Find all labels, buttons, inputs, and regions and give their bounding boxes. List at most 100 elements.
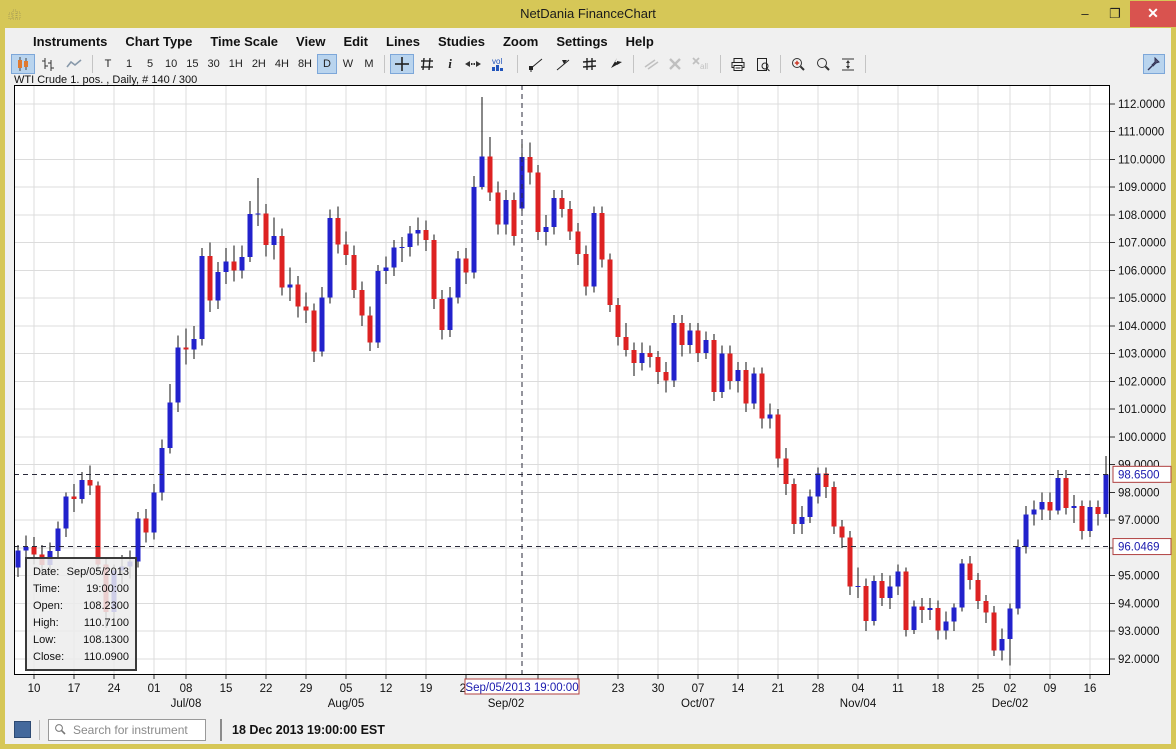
minimize-button[interactable]: –: [1070, 3, 1100, 25]
candle-body-nov-11: [896, 572, 901, 587]
trendline-button[interactable]: [523, 54, 549, 74]
menu-item-studies[interactable]: Studies: [438, 34, 485, 49]
delete-line-button[interactable]: [664, 54, 686, 74]
toolbar-separator: [633, 55, 634, 73]
tooltip-date-label: Date:: [33, 566, 59, 578]
instrument-search-box[interactable]: [48, 719, 206, 741]
candle-body-oct-10: [720, 353, 725, 392]
x-axis-month-label: Oct/07: [681, 698, 715, 710]
candle-body-jul-09: [192, 339, 197, 350]
menu-item-time-scale[interactable]: Time Scale: [210, 34, 278, 49]
volume-button[interactable]: vol: [486, 54, 512, 74]
search-icon: [54, 723, 67, 736]
line-chart-button[interactable]: [61, 54, 87, 74]
pointer-button[interactable]: [604, 54, 628, 74]
candle-body-jul-16: [232, 261, 237, 270]
candle-body-aug-14: [400, 247, 405, 248]
timeframe-button-2h[interactable]: 2H: [248, 54, 270, 74]
candle-body-sep-03: [504, 200, 509, 225]
x-axis-label: 23: [612, 683, 625, 695]
candle-body-sep-18: [592, 213, 597, 287]
timeframe-button-m[interactable]: M: [359, 54, 379, 74]
timeframe-button-t[interactable]: T: [98, 54, 118, 74]
candle-body-aug-28: [480, 157, 485, 187]
delete-all-button[interactable]: all: [687, 54, 715, 74]
zoom-in-button[interactable]: [786, 54, 810, 74]
timeframe-button-15[interactable]: 15: [182, 54, 202, 74]
candle-body-aug-30: [496, 193, 501, 225]
candle-body-jun-14: [64, 497, 69, 529]
candle-body-oct-31: [840, 527, 845, 538]
y-axis-label: 109.0000: [1118, 182, 1166, 194]
candle-body-jul-26: [296, 285, 301, 307]
fit-vertical-button[interactable]: [836, 54, 860, 74]
candle-body-jul-29: [304, 306, 309, 310]
candle-body-nov-08: [888, 587, 893, 598]
delete-all-label: all: [700, 62, 708, 71]
menu-item-help[interactable]: Help: [626, 34, 654, 49]
timeframe-button-30[interactable]: 30: [204, 54, 224, 74]
x-axis-label: 02: [1004, 683, 1017, 695]
timeframe-button-5[interactable]: 5: [140, 54, 160, 74]
candle-body-jun-28: [144, 519, 149, 533]
channel-button[interactable]: [577, 54, 603, 74]
timeframe-button-d[interactable]: D: [317, 54, 337, 74]
candle-body-jun-10: [32, 547, 37, 554]
pan-button[interactable]: [461, 54, 485, 74]
candle-body-dec-04: [1024, 515, 1029, 547]
candle-body-aug-13: [392, 247, 397, 267]
menu-item-chart-type[interactable]: Chart Type: [125, 34, 192, 49]
candle-body-nov-14: [920, 607, 925, 610]
x-axis-month-label: Jul/08: [171, 698, 202, 710]
crosshair-button[interactable]: [390, 54, 414, 74]
candlestick-chart-button[interactable]: [11, 54, 35, 74]
timeframe-button-1[interactable]: 1: [119, 54, 139, 74]
ohlc-bars-button[interactable]: [36, 54, 60, 74]
x-axis-label: 17: [68, 683, 81, 695]
close-button[interactable]: ✕: [1130, 1, 1176, 27]
menu-item-settings[interactable]: Settings: [556, 34, 607, 49]
zoom-out-button[interactable]: [811, 54, 835, 74]
candle-body-aug-12: [384, 267, 389, 271]
menu-item-zoom[interactable]: Zoom: [503, 34, 538, 49]
candle-body-jul-12: [216, 272, 221, 301]
timeframe-button-10[interactable]: 10: [161, 54, 181, 74]
candle-body-nov-29: [1000, 639, 1005, 651]
timeframe-button-8h[interactable]: 8H: [294, 54, 316, 74]
pin-button[interactable]: [1143, 54, 1165, 74]
info-button[interactable]: i: [440, 54, 460, 74]
x-axis-label: 12: [380, 683, 393, 695]
menu-item-view[interactable]: View: [296, 34, 325, 49]
menu-item-edit[interactable]: Edit: [343, 34, 368, 49]
candle-body-aug-19: [424, 230, 429, 240]
timeframe-button-4h[interactable]: 4H: [271, 54, 293, 74]
candle-body-aug-05: [344, 244, 349, 255]
trendline-angle-button[interactable]: [550, 54, 576, 74]
x-axis-label: 10: [28, 683, 41, 695]
window-title: NetDania FinanceChart: [0, 6, 1176, 21]
menu-item-lines[interactable]: Lines: [386, 34, 420, 49]
price-chart[interactable]: 92.000093.000094.000095.000096.000097.00…: [14, 85, 1176, 712]
timeframe-button-1h[interactable]: 1H: [225, 54, 247, 74]
tooltip-date-value: Sep/05/2013: [67, 566, 129, 578]
print-preview-button[interactable]: [751, 54, 775, 74]
client-area: Instruments Chart Type Time Scale View Edit L…: [5, 28, 1171, 744]
candle-body-sep-30: [656, 357, 661, 372]
candle-body-sep-05: [520, 157, 525, 209]
menu-item-instruments[interactable]: Instruments: [33, 34, 107, 49]
candle-body-jul-15: [224, 261, 229, 271]
candle-body-jul-22: [264, 213, 269, 245]
print-button[interactable]: [726, 54, 750, 74]
candle-body-oct-29: [824, 474, 829, 487]
status-separator: [39, 720, 40, 740]
grid-button[interactable]: [415, 54, 439, 74]
parallel-lines-button[interactable]: [639, 54, 663, 74]
x-axis-label: 22: [260, 683, 273, 695]
candle-body-aug-02: [336, 218, 341, 244]
search-input[interactable]: [71, 722, 193, 738]
maximize-button[interactable]: ❐: [1100, 3, 1130, 25]
x-axis-label: 24: [108, 683, 121, 695]
timeframe-button-w[interactable]: W: [338, 54, 358, 74]
toolbar-separator: [780, 55, 781, 73]
candle-body-nov-01: [848, 537, 853, 586]
